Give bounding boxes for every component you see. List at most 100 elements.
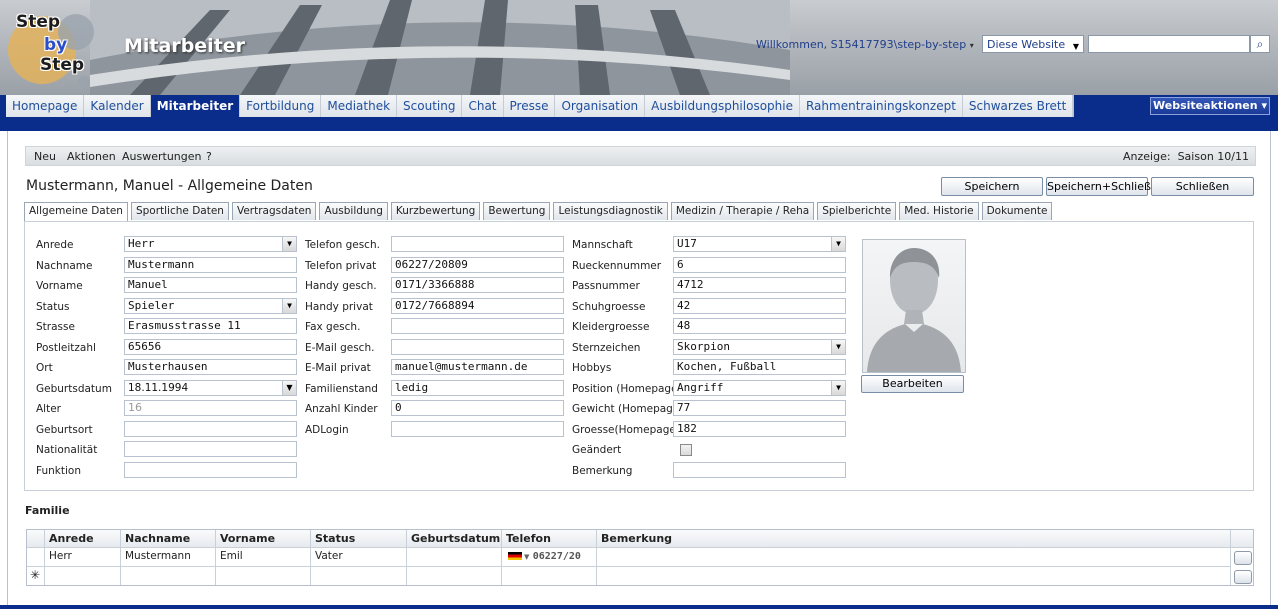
postleitzahl-field[interactable]: 65656 (124, 339, 297, 355)
nav-tab-chat[interactable]: Chat (462, 95, 504, 117)
strasse-field[interactable]: Erasmusstrasse 11 (124, 318, 297, 334)
toolbar-reports-menu[interactable]: Auswertungen (122, 150, 202, 163)
tab-allgemeine-daten[interactable]: Allgemeine Daten (24, 202, 128, 222)
row-edit-button[interactable] (1234, 551, 1252, 565)
step-by-step-logo[interactable]: Step by Step (4, 2, 100, 92)
tab-medizin[interactable]: Medizin / Therapie / Reha (670, 202, 815, 220)
gewicht-field[interactable]: 77 (673, 400, 846, 416)
nav-tab-scouting[interactable]: Scouting (397, 95, 463, 117)
fax-gesch-field[interactable] (391, 318, 564, 334)
new-row-cell[interactable] (597, 567, 1231, 585)
handy-gesch-field[interactable]: 0171/3366888 (391, 277, 564, 293)
site-actions-menu[interactable]: Websiteaktionen ▾ (1150, 97, 1270, 115)
family-cell-telefon[interactable]: ▼ 06227/20 (502, 548, 597, 567)
email-privat-field[interactable]: manuel@mustermann.de (391, 359, 564, 375)
new-row-cell[interactable] (45, 567, 121, 585)
column-header-telefon[interactable]: Telefon (502, 530, 597, 548)
mannschaft-select[interactable]: U17 ▼ (673, 236, 846, 252)
nav-tab-mitarbeiter[interactable]: Mitarbeiter (150, 95, 241, 117)
passnummer-field[interactable]: 4712 (673, 277, 846, 293)
nav-tab-schwarzes-brett[interactable]: Schwarzes Brett (963, 95, 1074, 117)
kleidergroesse-field[interactable]: 48 (673, 318, 846, 334)
nav-tab-fortbildung[interactable]: Fortbildung (240, 95, 322, 117)
adlogin-field[interactable] (391, 421, 564, 437)
tab-kurzbewertung[interactable]: Kurzbewertung (390, 202, 481, 220)
nav-tab-kalender[interactable]: Kalender (84, 95, 151, 117)
nav-tab-ausbildungsphilosophie[interactable]: Ausbildungsphilosophie (645, 95, 800, 117)
nav-tab-homepage[interactable]: Homepage (6, 95, 85, 117)
search-scope-value: Diese Website (987, 38, 1066, 51)
column-header-anrede[interactable]: Anrede (45, 530, 121, 548)
nachname-field[interactable]: Mustermann (124, 257, 297, 273)
telefon-privat-field[interactable]: 06227/20809 (391, 257, 564, 273)
toolbar-help-button[interactable]: ? (206, 150, 212, 163)
hobbys-field[interactable]: Kochen, Fußball (673, 359, 846, 375)
funktion-field[interactable] (124, 462, 297, 478)
search-scope-select[interactable]: Diese Website ▼ (982, 35, 1084, 53)
sternzeichen-select[interactable]: Skorpion ▼ (673, 339, 846, 355)
new-row-cell[interactable] (407, 567, 502, 585)
rueckennummer-field[interactable]: 6 (673, 257, 846, 273)
familienstand-field[interactable]: ledig (391, 380, 564, 396)
bemerkung-field[interactable] (673, 462, 846, 478)
geburtsort-field[interactable] (124, 421, 297, 437)
ort-field[interactable]: Musterhausen (124, 359, 297, 375)
nationalitaet-field[interactable] (124, 441, 297, 457)
new-row-cell[interactable] (311, 567, 407, 585)
tab-med-historie[interactable]: Med. Historie (899, 202, 979, 220)
schuhgroesse-field[interactable]: 42 (673, 298, 846, 314)
edit-photo-button[interactable]: Bearbeiten (861, 375, 964, 393)
toolbar-actions-menu[interactable]: Aktionen (67, 150, 116, 163)
nav-tab-mediathek[interactable]: Mediathek (321, 95, 398, 117)
tab-vertragsdaten[interactable]: Vertragsdaten (231, 202, 317, 220)
nav-tab-presse[interactable]: Presse (504, 95, 556, 117)
tab-ausbildung[interactable]: Ausbildung (319, 202, 388, 220)
toolbar-new-button[interactable]: Neu (34, 150, 56, 163)
tab-sportliche-daten[interactable]: Sportliche Daten (130, 202, 229, 220)
nav-tab-rahmentrainingskonzept[interactable]: Rahmentrainingskonzept (800, 95, 963, 117)
handy-privat-field[interactable]: 0172/7668894 (391, 298, 564, 314)
new-row-cell[interactable] (216, 567, 311, 585)
column-header-nachname[interactable]: Nachname (121, 530, 216, 548)
tab-leistungsdiagnostik[interactable]: Leistungsdiagnostik (553, 202, 668, 220)
new-row-cell[interactable] (121, 567, 216, 585)
family-cell-anrede[interactable]: Herr (45, 548, 121, 567)
field-label-nationalitaet: Nationalität (36, 444, 98, 456)
welcome-menu[interactable]: Willkommen, S15417793\step-by-step ▾ (756, 38, 974, 51)
family-cell-geburtsdatum[interactable] (407, 548, 502, 567)
nav-tab-organisation[interactable]: Organisation (555, 95, 646, 117)
groesse-field[interactable]: 182 (673, 421, 846, 437)
geaendert-checkbox[interactable] (680, 444, 692, 456)
save-button[interactable]: Speichern (941, 177, 1043, 196)
family-cell-bemerkung[interactable] (597, 548, 1231, 567)
tab-spielberichte[interactable]: Spielberichte (817, 202, 897, 220)
new-row-marker[interactable]: ✳ (27, 567, 45, 585)
tab-bewertung[interactable]: Bewertung (483, 202, 551, 220)
family-cell-vorname[interactable]: Emil (216, 548, 311, 567)
status-select[interactable]: Spieler ▼ (124, 298, 297, 314)
search-button[interactable]: ⌕ (1250, 35, 1270, 53)
anzahl-kinder-field[interactable]: 0 (391, 400, 564, 416)
site-title[interactable]: Mitarbeiter (124, 35, 245, 57)
new-row-cell[interactable] (502, 567, 597, 585)
email-gesch-field[interactable] (391, 339, 564, 355)
family-cell-status[interactable]: Vater (311, 548, 407, 567)
close-button[interactable]: Schließen (1151, 177, 1254, 196)
anrede-select[interactable]: Herr ▼ (124, 236, 297, 252)
column-header-bemerkung[interactable]: Bemerkung (597, 530, 1231, 548)
tab-dokumente[interactable]: Dokumente (981, 202, 1053, 220)
geburtsdatum-picker[interactable]: 18.11.1994 ▼ (124, 380, 297, 396)
field-label-anrede: Anrede (36, 239, 74, 251)
family-cell-nachname[interactable]: Mustermann (121, 548, 216, 567)
column-header-vorname[interactable]: Vorname (216, 530, 311, 548)
row-selector[interactable] (27, 548, 45, 567)
vorname-field[interactable]: Manuel (124, 277, 297, 293)
column-header-geburtsdatum[interactable]: Geburtsdatum (407, 530, 502, 548)
search-input[interactable] (1088, 35, 1250, 53)
column-header-status[interactable]: Status (311, 530, 407, 548)
new-row-edit-button[interactable] (1234, 570, 1252, 584)
save-and-close-button[interactable]: Speichern+Schließen (1046, 177, 1165, 196)
position-select[interactable]: Angriff ▼ (673, 380, 846, 396)
view-selector[interactable]: Anzeige: Saison 10/11 (1123, 150, 1249, 163)
telefon-gesch-field[interactable] (391, 236, 564, 252)
